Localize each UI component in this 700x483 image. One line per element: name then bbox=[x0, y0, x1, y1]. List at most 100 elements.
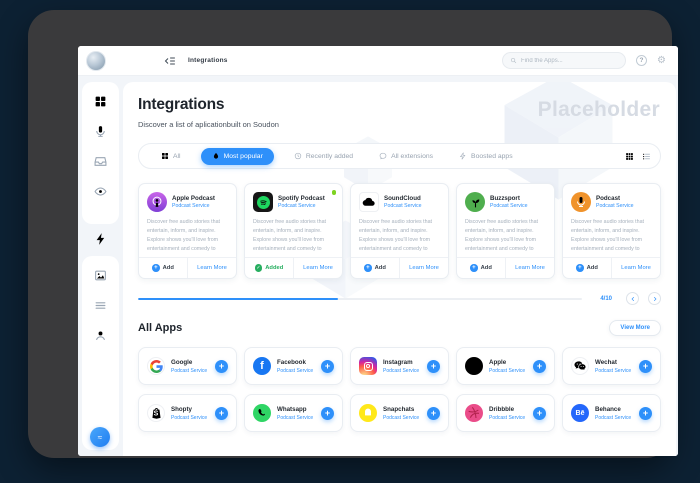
snapchat-logo-icon bbox=[359, 404, 377, 422]
status-dot bbox=[331, 190, 336, 195]
facebook-logo-icon: f bbox=[253, 357, 271, 375]
app-card-soundcloud[interactable]: SoundCloud Podcast Service Discover free… bbox=[350, 183, 449, 279]
app-tile-apple[interactable]: Apple Podcast Service + bbox=[456, 347, 555, 385]
chevron-left-icon bbox=[630, 296, 636, 302]
app-tile-facebook[interactable]: f Facebook Podcast Service + bbox=[244, 347, 343, 385]
add-app-button[interactable]: + bbox=[321, 359, 334, 373]
plus-icon: + bbox=[470, 264, 478, 272]
card-description: Discover free audio stories that enterta… bbox=[359, 219, 433, 252]
page-subtitle: Discover a list of aplicationbuilt on So… bbox=[138, 120, 279, 129]
dribbble-logo-icon bbox=[465, 404, 483, 422]
spotify-logo-icon bbox=[253, 192, 273, 212]
bubble-icon bbox=[379, 152, 387, 160]
list-view-icon[interactable] bbox=[642, 152, 651, 161]
buzzsport-logo-icon bbox=[465, 192, 485, 212]
inbox-icon[interactable] bbox=[94, 155, 107, 168]
sidebar-group-top bbox=[82, 82, 119, 224]
app-tile-behance[interactable]: Bē Behance Podcast Service + bbox=[562, 394, 661, 432]
card-description: Discover free audio stories that enterta… bbox=[253, 219, 327, 252]
dashboard-icon[interactable] bbox=[94, 95, 107, 108]
tab-all[interactable]: All bbox=[161, 152, 181, 160]
search-box[interactable] bbox=[502, 52, 627, 69]
carousel-pagination: 4/10 bbox=[138, 292, 661, 305]
chevron-right-icon bbox=[652, 296, 658, 302]
user-avatar[interactable] bbox=[86, 50, 106, 71]
help-icon[interactable]: ? bbox=[636, 55, 648, 66]
add-app-button[interactable]: + bbox=[427, 406, 440, 420]
tab-most-popular[interactable]: Most popular bbox=[200, 147, 274, 165]
added-button[interactable]: ✓ Added bbox=[245, 258, 293, 278]
person-icon[interactable] bbox=[94, 329, 107, 342]
app-tile-whatsapp[interactable]: Whatsapp Podcast Service + bbox=[244, 394, 343, 432]
add-app-button[interactable]: + bbox=[321, 406, 334, 420]
clock-icon bbox=[294, 152, 302, 160]
learn-more-button[interactable]: Learn More bbox=[612, 258, 660, 278]
list-icon[interactable] bbox=[94, 299, 107, 312]
behance-logo-icon: Bē bbox=[571, 404, 589, 422]
app-tile-wechat[interactable]: Wechat Podcast Service + bbox=[562, 347, 661, 385]
page: Integrations ? ⚙ bbox=[0, 0, 700, 483]
app-window: Integrations ? ⚙ bbox=[78, 46, 678, 456]
flame-icon bbox=[212, 152, 220, 160]
sidebar-collapse-icon[interactable] bbox=[164, 55, 176, 67]
learn-more-button[interactable]: Learn More bbox=[400, 258, 448, 278]
app-tile-snapchats[interactable]: Snapchats Podcast Service + bbox=[350, 394, 449, 432]
app-tile-google[interactable]: Google Podcast Service + bbox=[138, 347, 237, 385]
grid-icon bbox=[161, 152, 169, 160]
shopify-logo-icon: S bbox=[147, 404, 165, 422]
progress-track bbox=[138, 297, 583, 300]
app-tile-instagram[interactable]: Instagram Podcast Service + bbox=[350, 347, 449, 385]
add-app-button[interactable]: + bbox=[533, 359, 546, 373]
gear-icon[interactable]: ⚙ bbox=[657, 55, 666, 66]
image-icon[interactable] bbox=[94, 269, 107, 282]
search-input[interactable] bbox=[521, 57, 619, 64]
main-panel: Placeholder Integrations Discover a list… bbox=[123, 82, 676, 456]
add-app-button[interactable]: + bbox=[215, 359, 228, 373]
tab-boosted-apps[interactable]: Boosted apps bbox=[459, 152, 513, 160]
soudon-logo[interactable]: ≈ bbox=[90, 427, 110, 447]
add-button[interactable]: + Add bbox=[563, 258, 611, 278]
grid-view-icon[interactable] bbox=[625, 152, 634, 161]
tab-all-extensions[interactable]: All extensions bbox=[379, 152, 433, 160]
plus-icon: + bbox=[152, 264, 160, 272]
search-icon bbox=[510, 57, 517, 64]
add-button[interactable]: + Add bbox=[351, 258, 399, 278]
learn-more-button[interactable]: Learn More bbox=[506, 258, 554, 278]
sidebar-item-integrations-active[interactable] bbox=[78, 228, 123, 250]
content-area: ≈ Placeholder Integrations Discover a li… bbox=[78, 76, 678, 456]
whatsapp-logo-icon bbox=[253, 404, 271, 422]
microphone-icon[interactable] bbox=[94, 125, 107, 138]
all-apps-grid: Google Podcast Service + f Facebook Podc… bbox=[138, 347, 661, 432]
all-apps-title: All Apps bbox=[138, 322, 183, 334]
pagination-label: 4/10 bbox=[600, 295, 612, 302]
add-app-button[interactable]: + bbox=[215, 406, 228, 420]
apple-logo-icon bbox=[465, 357, 483, 375]
app-card-podcast[interactable]: Podcast Podcast Service Discover free au… bbox=[562, 183, 661, 279]
tab-recently-added[interactable]: Recently added bbox=[294, 152, 353, 160]
app-tile-dribbble[interactable]: Dribbble Podcast Service + bbox=[456, 394, 555, 432]
add-app-button[interactable]: + bbox=[533, 406, 546, 420]
add-app-button[interactable]: + bbox=[427, 359, 440, 373]
app-card-spotify-podcast[interactable]: Spotify Podcast Podcast Service Discover… bbox=[244, 183, 343, 279]
learn-more-button[interactable]: Learn More bbox=[294, 258, 342, 278]
app-card-buzzsport[interactable]: Buzzsport Podcast Service Discover free … bbox=[456, 183, 555, 279]
breadcrumb: Integrations bbox=[188, 57, 228, 64]
google-logo-icon bbox=[147, 357, 165, 375]
eye-icon[interactable] bbox=[94, 185, 107, 198]
view-more-button[interactable]: View More bbox=[609, 320, 661, 336]
podcast-logo-icon bbox=[571, 192, 591, 212]
next-page-button[interactable] bbox=[648, 292, 661, 305]
soundcloud-logo-icon bbox=[359, 192, 379, 212]
learn-more-button[interactable]: Learn More bbox=[188, 258, 236, 278]
bolt-icon bbox=[94, 232, 108, 246]
add-app-button[interactable]: + bbox=[639, 406, 652, 420]
add-button[interactable]: + Add bbox=[139, 258, 187, 278]
app-card-apple-podcast[interactable]: Apple Podcast Podcast Service Discover f… bbox=[138, 183, 237, 279]
add-button[interactable]: + Add bbox=[457, 258, 505, 278]
topbar: Integrations ? ⚙ bbox=[78, 46, 678, 76]
card-description: Discover free audio stories that enterta… bbox=[147, 219, 221, 252]
app-tile-shopty[interactable]: S Shopty Podcast Service + bbox=[138, 394, 237, 432]
prev-page-button[interactable] bbox=[626, 292, 639, 305]
add-app-button[interactable]: + bbox=[639, 359, 652, 373]
card-description: Discover free audio stories that enterta… bbox=[571, 219, 645, 252]
